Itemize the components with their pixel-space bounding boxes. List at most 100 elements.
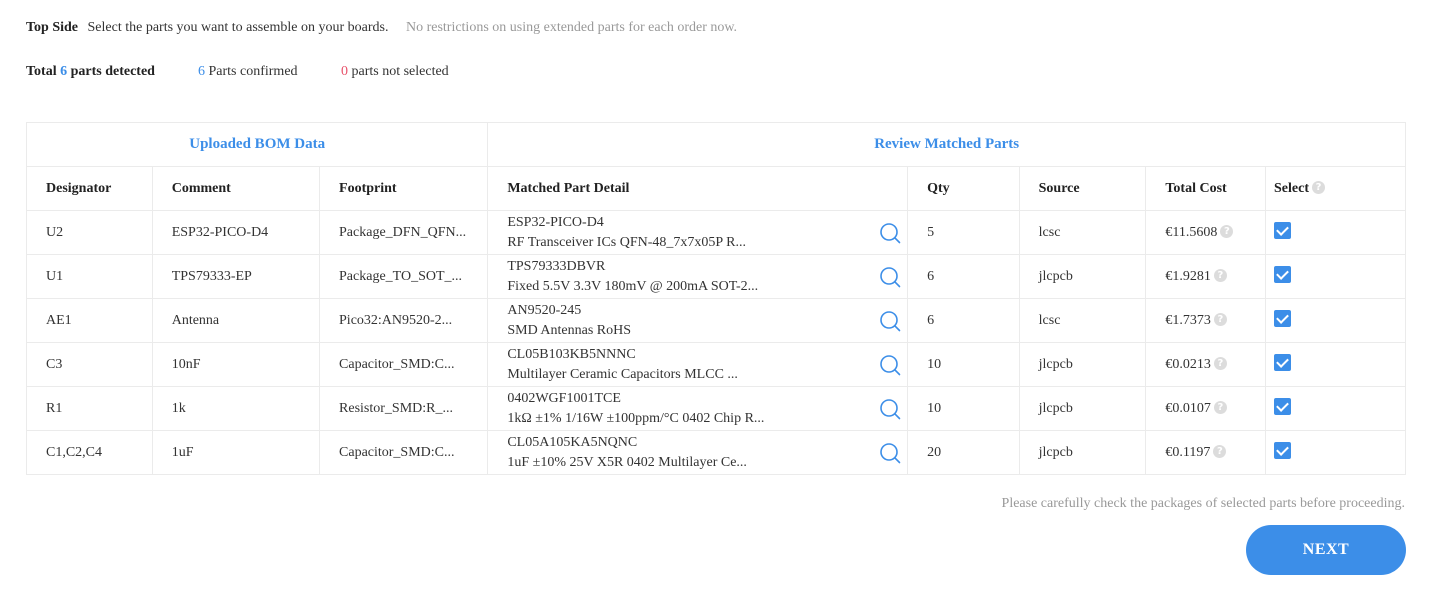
checkbox-checked-icon[interactable] bbox=[1274, 441, 1292, 459]
matched-part-cell: CL05A105KA5NQNC 1uF ±10% 25V X5R 0402 Mu… bbox=[487, 430, 909, 475]
qty-cell: 5 bbox=[907, 210, 1020, 255]
total-suffix: parts detected bbox=[70, 64, 155, 79]
checkbox-checked-icon[interactable] bbox=[1274, 309, 1292, 327]
cost-cell: €0.1197? bbox=[1145, 430, 1267, 475]
table-row: U1 TPS79333-EP Package_TO_SOT_... TPS793… bbox=[26, 254, 1406, 299]
table-row: AE1 Antenna Pico32:AN9520-2... AN9520-24… bbox=[26, 298, 1406, 343]
select-cell bbox=[1265, 342, 1406, 387]
source-cell: jlcpcb bbox=[1018, 254, 1147, 299]
help-icon[interactable]: ? bbox=[1220, 224, 1234, 238]
designator-cell: U1 bbox=[26, 254, 153, 299]
total-parts: Total 6 parts detected bbox=[26, 64, 198, 80]
qty-cell: 20 bbox=[907, 430, 1020, 475]
designator-cell: U2 bbox=[26, 210, 153, 255]
col-source: Source bbox=[1018, 166, 1147, 211]
col-designator: Designator bbox=[26, 166, 153, 211]
footprint-cell: Resistor_SMD:R_... bbox=[319, 386, 489, 431]
designator-cell: AE1 bbox=[26, 298, 153, 343]
cost-cell: €11.5608? bbox=[1145, 210, 1267, 255]
review-matched-heading: Review Matched Parts bbox=[487, 122, 1406, 167]
col-select-label: Select bbox=[1274, 180, 1309, 196]
cost-cell: €1.9281? bbox=[1145, 254, 1267, 299]
part-number: CL05A105KA5NQNC bbox=[507, 434, 638, 450]
instruction-text: Select the parts you want to assemble on… bbox=[87, 20, 389, 35]
source-cell: jlcpcb bbox=[1018, 342, 1147, 387]
footprint-cell: Capacitor_SMD:C... bbox=[319, 342, 489, 387]
comment-cell: 10nF bbox=[151, 342, 321, 387]
matched-part-cell: ESP32-PICO-D4 RF Transceiver ICs QFN-48_… bbox=[487, 210, 909, 255]
help-icon[interactable]: ? bbox=[1213, 356, 1227, 370]
select-cell bbox=[1265, 386, 1406, 431]
source-cell: lcsc bbox=[1018, 298, 1147, 343]
checkbox-checked-icon[interactable] bbox=[1274, 353, 1292, 371]
cost-value: €1.9281 bbox=[1165, 268, 1211, 284]
search-icon[interactable] bbox=[879, 442, 901, 464]
source-cell: lcsc bbox=[1018, 210, 1147, 255]
table-column-header: Designator Comment Footprint Matched Par… bbox=[26, 166, 1406, 211]
cost-cell: €0.0107? bbox=[1145, 386, 1267, 431]
qty-cell: 6 bbox=[907, 254, 1020, 299]
select-cell bbox=[1265, 298, 1406, 343]
cost-cell: €0.0213? bbox=[1145, 342, 1267, 387]
matched-part-cell: 0402WGF1001TCE 1kΩ ±1% 1/16W ±100ppm/°C … bbox=[487, 386, 909, 431]
total-count: 6 bbox=[60, 64, 68, 79]
checkbox-checked-icon[interactable] bbox=[1274, 265, 1292, 283]
next-button[interactable]: NEXT bbox=[1246, 525, 1406, 575]
confirmed-label: Parts confirmed bbox=[208, 64, 298, 79]
qty-cell: 6 bbox=[907, 298, 1020, 343]
cost-value: €1.7373 bbox=[1165, 312, 1211, 328]
side-label: Top Side bbox=[26, 20, 79, 35]
not-selected-count: 0 bbox=[341, 64, 348, 79]
uploaded-bom-heading: Uploaded BOM Data bbox=[25, 122, 489, 167]
footprint-cell: Pico32:AN9520-2... bbox=[319, 298, 489, 343]
search-icon[interactable] bbox=[879, 310, 901, 332]
qty-cell: 10 bbox=[907, 342, 1020, 387]
part-description: RF Transceiver ICs QFN-48_7x7x05P R... bbox=[507, 234, 747, 250]
table-row: C1,C2,C4 1uF Capacitor_SMD:C... CL05A105… bbox=[26, 430, 1406, 475]
not-selected-parts: 0 parts not selected bbox=[341, 64, 449, 80]
select-cell bbox=[1265, 430, 1406, 475]
matched-part-cell: TPS79333DBVR Fixed 5.5V 3.3V 180mV @ 200… bbox=[487, 254, 909, 299]
bom-table: Uploaded BOM Data Review Matched Parts D… bbox=[25, 122, 1406, 475]
parts-summary: Total 6 parts detected 6 Parts confirmed 0… bbox=[26, 64, 449, 80]
help-icon[interactable]: ? bbox=[1213, 312, 1227, 326]
help-icon[interactable]: ? bbox=[1213, 268, 1227, 282]
part-number: 0402WGF1001TCE bbox=[507, 390, 621, 406]
search-icon[interactable] bbox=[879, 354, 901, 376]
package-warning: Please carefully check the packages of s… bbox=[1001, 496, 1405, 511]
header-line: Top Side Select the parts you want to as… bbox=[26, 20, 737, 36]
col-total-cost: Total Cost bbox=[1145, 166, 1267, 211]
source-cell: jlcpcb bbox=[1018, 386, 1147, 431]
restriction-note: No restrictions on using extended parts … bbox=[405, 20, 738, 35]
checkbox-checked-icon[interactable] bbox=[1274, 221, 1292, 239]
table-row: U2 ESP32-PICO-D4 Package_DFN_QFN... ESP3… bbox=[26, 210, 1406, 255]
search-icon[interactable] bbox=[879, 398, 901, 420]
comment-cell: ESP32-PICO-D4 bbox=[151, 210, 321, 255]
matched-part-cell: CL05B103KB5NNNC Multilayer Ceramic Capac… bbox=[487, 342, 909, 387]
footprint-cell: Capacitor_SMD:C... bbox=[319, 430, 489, 475]
table-row: R1 1k Resistor_SMD:R_... 0402WGF1001TCE … bbox=[26, 386, 1406, 431]
cost-cell: €1.7373? bbox=[1145, 298, 1267, 343]
select-cell bbox=[1265, 254, 1406, 299]
matched-part-cell: AN9520-245 SMD Antennas RoHS bbox=[487, 298, 909, 343]
part-description: Multilayer Ceramic Capacitors MLCC ... bbox=[507, 366, 738, 382]
cost-value: €11.5608 bbox=[1165, 224, 1218, 240]
cost-value: €0.1197 bbox=[1165, 444, 1211, 460]
checkbox-checked-icon[interactable] bbox=[1274, 397, 1292, 415]
designator-cell: C3 bbox=[26, 342, 153, 387]
part-description: 1kΩ ±1% 1/16W ±100ppm/°C 0402 Chip R... bbox=[507, 410, 765, 426]
search-icon[interactable] bbox=[879, 266, 901, 288]
part-number: TPS79333DBVR bbox=[507, 258, 606, 274]
confirmed-parts: 6 Parts confirmed bbox=[198, 64, 341, 80]
comment-cell: TPS79333-EP bbox=[151, 254, 321, 299]
search-icon[interactable] bbox=[879, 222, 901, 244]
help-icon[interactable]: ? bbox=[1213, 400, 1227, 414]
footprint-cell: Package_TO_SOT_... bbox=[319, 254, 489, 299]
part-description: 1uF ±10% 25V X5R 0402 Multilayer Ce... bbox=[507, 454, 747, 470]
cost-value: €0.0213 bbox=[1165, 356, 1211, 372]
help-icon[interactable]: ? bbox=[1312, 180, 1325, 194]
help-icon[interactable]: ? bbox=[1213, 444, 1227, 458]
total-prefix: Total bbox=[26, 64, 57, 79]
part-number: CL05B103KB5NNNC bbox=[507, 346, 636, 362]
footprint-cell: Package_DFN_QFN... bbox=[319, 210, 489, 255]
